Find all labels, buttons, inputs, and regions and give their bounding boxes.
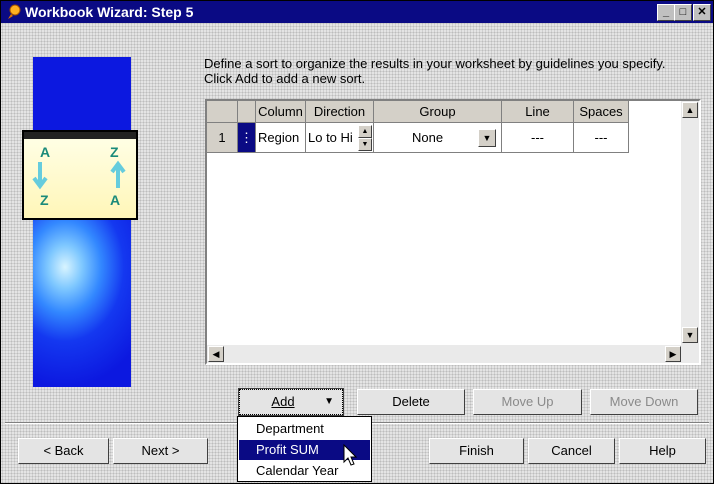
- direction-value: Lo to Hi: [308, 130, 353, 145]
- grid-selector-header: [238, 101, 256, 123]
- minimize-icon[interactable]: _: [657, 4, 675, 21]
- sort-letter-z-right: Z: [110, 144, 119, 160]
- move-up-button[interactable]: Move Up: [473, 389, 582, 415]
- cancel-button[interactable]: Cancel: [528, 438, 615, 464]
- title-bar[interactable]: Workbook Wizard: Step 5 _ □ ✕: [1, 1, 713, 23]
- app-icon: [8, 4, 21, 19]
- sort-arrows-icon: [32, 160, 126, 190]
- sort-illustration-bar: [24, 132, 136, 139]
- scroll-left-icon[interactable]: ◀: [208, 346, 224, 362]
- add-button-label: Add: [271, 394, 295, 409]
- wizard-side-image: [33, 57, 131, 387]
- sort-illustration: A Z Z A: [22, 130, 138, 220]
- window-title: Workbook Wizard: Step 5: [25, 4, 194, 20]
- dropdown-arrow-icon[interactable]: ▼: [478, 129, 496, 147]
- mouse-cursor-icon: [343, 444, 358, 466]
- scroll-up-icon[interactable]: ▲: [682, 102, 698, 118]
- step-description: Define a sort to organize the results in…: [204, 56, 666, 86]
- group-value: None: [412, 130, 444, 145]
- sort-letter-z-left: Z: [40, 192, 49, 208]
- next-button[interactable]: Next >: [113, 438, 208, 464]
- delete-button[interactable]: Delete: [357, 389, 465, 415]
- column-header-column[interactable]: Column: [256, 101, 306, 123]
- sort-letter-a-left: A: [40, 144, 51, 160]
- back-button[interactable]: < Back: [18, 438, 109, 464]
- grid-corner-header: [207, 101, 238, 123]
- menu-item-department[interactable]: Department: [239, 419, 370, 439]
- horizontal-scrollbar[interactable]: ◀ ▶: [207, 345, 699, 363]
- sort-grid[interactable]: Column Direction Group Line Spaces 1 ⋮ R…: [205, 99, 701, 365]
- add-button[interactable]: Add ▼: [238, 388, 344, 416]
- sort-letter-a-right: A: [110, 192, 121, 208]
- scroll-down-icon[interactable]: ▼: [682, 327, 698, 343]
- column-header-spaces[interactable]: Spaces: [574, 101, 629, 123]
- close-icon[interactable]: ✕: [693, 4, 711, 21]
- cell-column[interactable]: Region: [256, 123, 306, 153]
- vertical-scrollbar[interactable]: ▲ ▼: [681, 101, 699, 345]
- maximize-icon[interactable]: □: [674, 4, 692, 21]
- spin-up-icon[interactable]: ▲: [358, 125, 372, 138]
- scroll-right-icon[interactable]: ▶: [665, 346, 681, 362]
- cell-line[interactable]: ---: [502, 123, 574, 153]
- finish-button[interactable]: Finish: [429, 438, 524, 464]
- column-header-group[interactable]: Group: [374, 101, 502, 123]
- column-header-direction[interactable]: Direction: [306, 101, 374, 123]
- row-number: 1: [207, 123, 238, 153]
- wizard-window: Workbook Wizard: Step 5 _ □ ✕ A Z Z A De…: [0, 0, 714, 484]
- move-down-button[interactable]: Move Down: [590, 389, 698, 415]
- cell-spaces[interactable]: ---: [574, 123, 629, 153]
- add-dropdown-arrow-icon: ▼: [324, 396, 334, 407]
- column-header-line[interactable]: Line: [502, 101, 574, 123]
- help-button[interactable]: Help: [619, 438, 706, 464]
- spin-down-icon[interactable]: ▼: [358, 138, 372, 151]
- row-selector[interactable]: ⋮: [238, 123, 256, 153]
